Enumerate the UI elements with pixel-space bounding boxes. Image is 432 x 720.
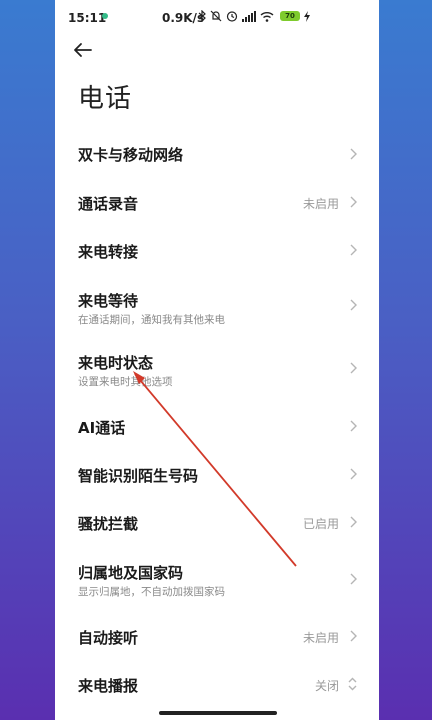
chevron-up-down-icon bbox=[348, 677, 357, 691]
setting-subtitle: 在通话期间，通知我有其他来电 bbox=[78, 314, 225, 326]
mute-bell-icon bbox=[210, 10, 222, 22]
chevron-right-icon bbox=[350, 468, 357, 480]
chevron-right-icon bbox=[350, 630, 357, 642]
home-indicator[interactable] bbox=[159, 711, 277, 715]
setting-ai-call[interactable]: AI通话 bbox=[55, 402, 379, 450]
setting-label: 双卡与移动网络 bbox=[78, 146, 184, 164]
setting-auto-answer[interactable]: 自动接听 未启用 bbox=[55, 612, 379, 660]
chevron-right-icon bbox=[350, 516, 357, 528]
notification-dot-icon bbox=[102, 13, 108, 19]
chevron-right-icon bbox=[350, 196, 357, 208]
setting-value: 关闭 bbox=[314, 679, 339, 693]
setting-incoming-call-status[interactable]: 来电时状态 设置来电时其他选项 bbox=[55, 338, 379, 398]
setting-label: 归属地及国家码 bbox=[78, 564, 184, 582]
setting-label: AI通话 bbox=[78, 419, 126, 437]
chevron-right-icon bbox=[350, 148, 357, 160]
chevron-right-icon bbox=[350, 244, 357, 256]
back-button[interactable] bbox=[73, 42, 93, 62]
setting-label: 通话录音 bbox=[78, 195, 139, 213]
back-arrow-icon bbox=[74, 43, 92, 57]
charging-icon bbox=[304, 10, 310, 22]
battery-icon: 70 bbox=[280, 11, 300, 21]
setting-harassment-block[interactable]: 骚扰拦截 已启用 bbox=[55, 498, 379, 546]
chevron-right-icon bbox=[350, 573, 357, 585]
setting-call-announcement[interactable]: 来电播报 关闭 bbox=[55, 660, 379, 708]
bluetooth-icon bbox=[198, 10, 206, 22]
chevron-right-icon bbox=[350, 299, 357, 311]
setting-label: 来电时状态 bbox=[78, 354, 154, 372]
setting-label: 来电等待 bbox=[78, 292, 139, 310]
phone-screen: 15:11 0.9K/s 70 电话 双卡与移动网络 通话录音 未启用 来电转接 bbox=[55, 0, 379, 720]
status-time: 15:11 bbox=[68, 11, 107, 25]
setting-subtitle: 显示归属地，不自动加拨国家码 bbox=[78, 586, 225, 598]
chevron-right-icon bbox=[350, 362, 357, 374]
setting-label: 来电播报 bbox=[78, 677, 139, 695]
status-bar: 15:11 0.9K/s 70 bbox=[55, 0, 379, 36]
setting-label: 骚扰拦截 bbox=[78, 515, 139, 533]
setting-label: 智能识别陌生号码 bbox=[78, 467, 199, 485]
alarm-icon bbox=[226, 11, 238, 22]
setting-label: 来电转接 bbox=[78, 243, 139, 261]
signal-icon bbox=[242, 10, 256, 22]
setting-location-country-code[interactable]: 归属地及国家码 显示归属地，不自动加拨国家码 bbox=[55, 548, 379, 610]
chevron-right-icon bbox=[350, 420, 357, 432]
setting-value: 已启用 bbox=[302, 517, 339, 531]
setting-smart-number-id[interactable]: 智能识别陌生号码 bbox=[55, 450, 379, 498]
setting-call-waiting[interactable]: 来电等待 在通话期间，通知我有其他来电 bbox=[55, 276, 379, 336]
setting-label: 自动接听 bbox=[78, 629, 139, 647]
page-title: 电话 bbox=[78, 84, 133, 114]
setting-call-forwarding[interactable]: 来电转接 bbox=[55, 228, 379, 276]
status-icons: 70 bbox=[198, 10, 310, 22]
setting-call-recording[interactable]: 通话录音 未启用 bbox=[55, 180, 379, 228]
setting-subtitle: 设置来电时其他选项 bbox=[78, 376, 173, 388]
setting-value: 未启用 bbox=[302, 197, 339, 211]
setting-value: 未启用 bbox=[302, 631, 339, 645]
wifi-icon bbox=[260, 11, 274, 22]
setting-dual-sim[interactable]: 双卡与移动网络 bbox=[55, 128, 379, 180]
